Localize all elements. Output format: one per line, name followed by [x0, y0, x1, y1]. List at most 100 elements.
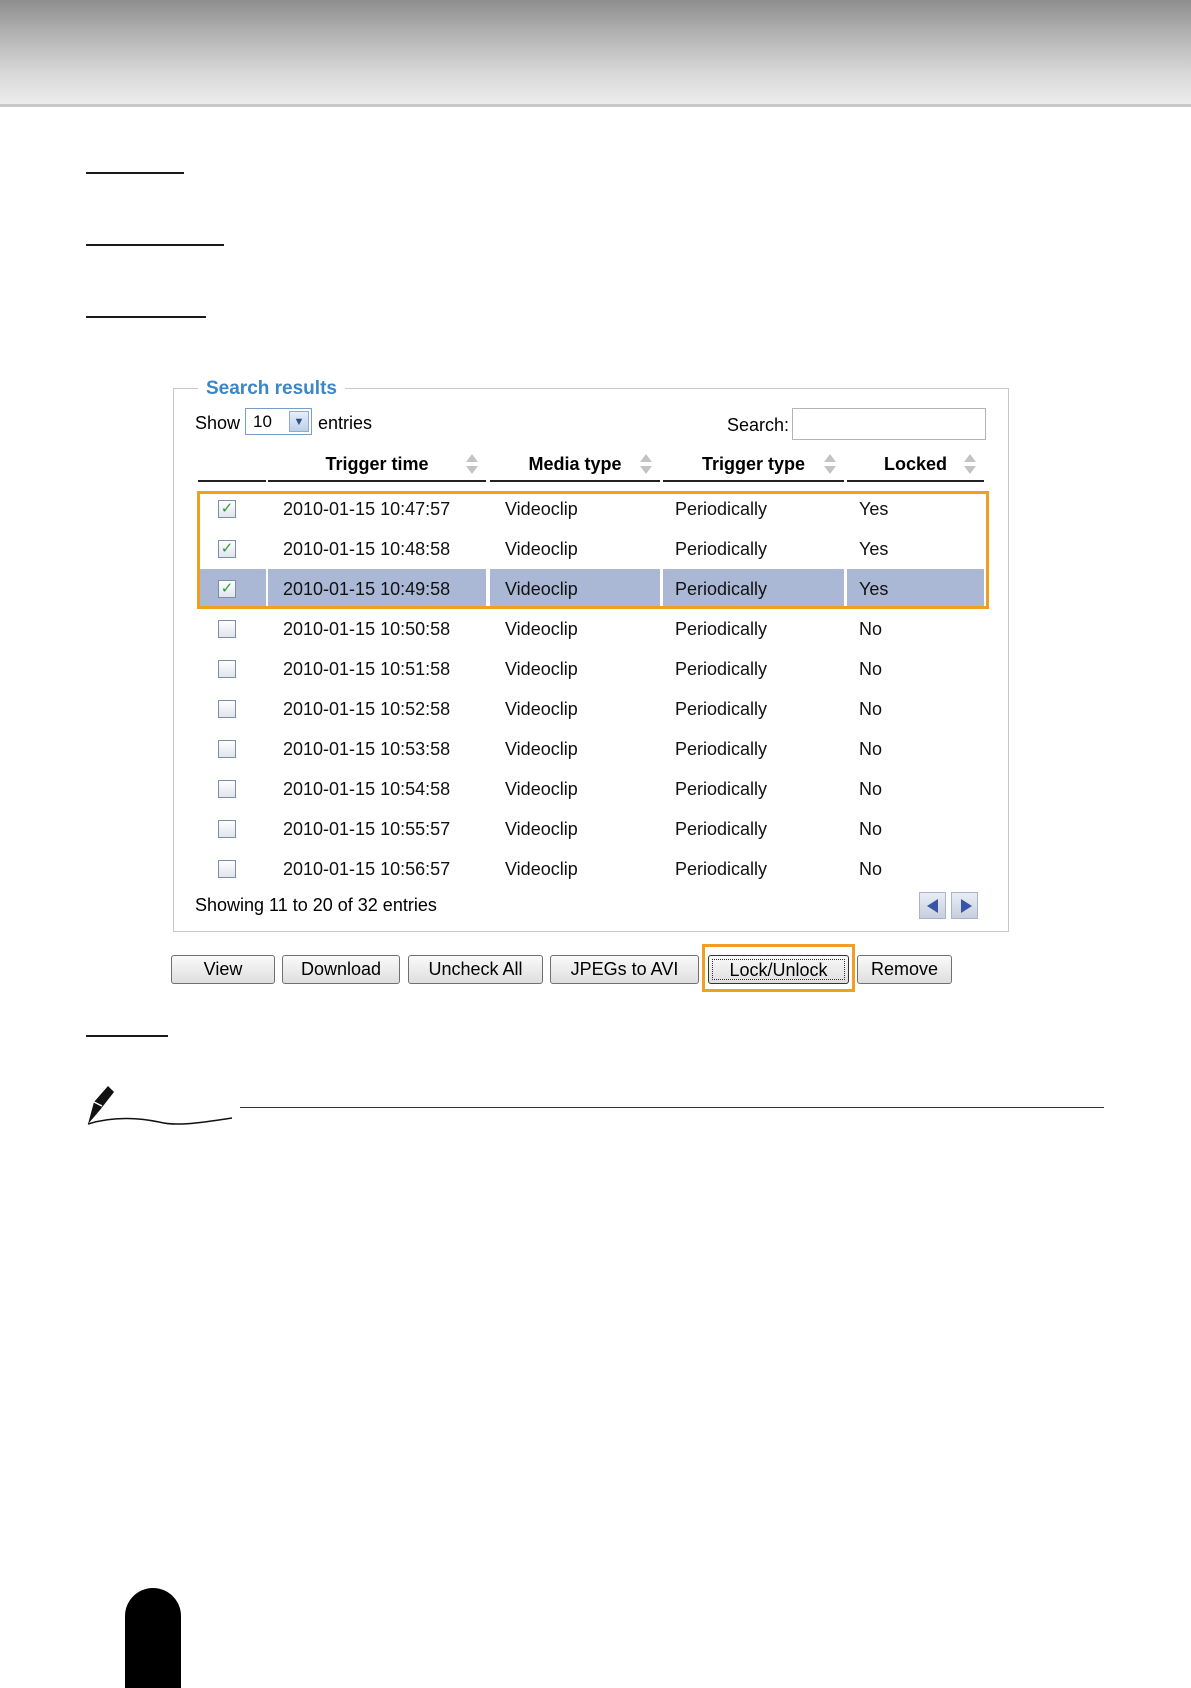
row-checkbox[interactable]: [218, 700, 236, 718]
trigger-time-cell: 2010-01-15 10:51:58: [283, 659, 451, 679]
media-type-cell: Videoclip: [505, 739, 578, 759]
section-heading-underline: [86, 1035, 168, 1037]
table-row[interactable]: ✓ 2010-01-15 10:47:57 Videoclip Periodicall…: [198, 489, 984, 529]
column-header-label: Locked: [883, 454, 948, 474]
trigger-type-cell: Periodically: [663, 569, 844, 609]
table-row[interactable]: ✓ 2010-01-15 10:49:58 Videoclip Periodicall…: [198, 569, 984, 609]
trigger-time-cell: 2010-01-15 10:50:58: [283, 619, 451, 639]
sort-icon[interactable]: [466, 454, 478, 476]
media-type-cell: Videoclip: [505, 619, 578, 639]
page-size-value: 10: [253, 412, 272, 431]
locked-cell: Yes: [859, 539, 889, 559]
locked-cell: Yes: [847, 569, 984, 609]
row-checkbox[interactable]: ✓: [218, 500, 236, 518]
entries-label: entries: [318, 413, 373, 433]
column-header-locked[interactable]: Locked: [847, 452, 984, 482]
locked-cell: No: [859, 739, 883, 759]
trigger-type-cell: Periodically: [675, 659, 768, 679]
trigger-time-cell: 2010-01-15 10:47:57: [283, 499, 451, 519]
download-button[interactable]: Download: [282, 955, 400, 984]
trigger-time-cell: 2010-01-15 10:55:57: [283, 819, 451, 839]
trigger-type-cell: Periodically: [675, 819, 768, 839]
row-checkbox[interactable]: [218, 860, 236, 878]
view-button[interactable]: View: [171, 955, 275, 984]
trigger-time-cell: 2010-01-15 10:52:58: [283, 699, 451, 719]
column-header-media-type[interactable]: Media type: [490, 452, 660, 482]
column-header-select: [198, 452, 266, 482]
search-results-legend: Search results: [198, 378, 345, 400]
row-checkbox[interactable]: [218, 620, 236, 638]
select-cell: [198, 809, 266, 849]
trigger-time-cell: 2010-01-15 10:53:58: [283, 739, 451, 759]
locked-cell: Yes: [859, 499, 889, 519]
table-row[interactable]: 2010-01-15 10:50:58 Videoclip Periodically…: [198, 609, 984, 649]
select-cell: ✓: [198, 529, 266, 569]
table-row[interactable]: 2010-01-15 10:55:57 Videoclip Periodically…: [198, 809, 984, 849]
table-row[interactable]: 2010-01-15 10:56:57 Videoclip Periodically…: [198, 849, 984, 889]
trigger-type-cell: Periodically: [675, 859, 768, 879]
select-cell: [198, 609, 266, 649]
remove-button[interactable]: Remove: [857, 955, 952, 984]
lock-unlock-button[interactable]: Lock/Unlock: [708, 955, 849, 984]
row-checkbox[interactable]: [218, 660, 236, 678]
table-row[interactable]: 2010-01-15 10:51:58 Videoclip Periodically…: [198, 649, 984, 689]
column-header-trigger-time[interactable]: Trigger time: [268, 452, 486, 482]
trigger-type-cell: Periodically: [675, 699, 768, 719]
trigger-type-cell: Periodically: [675, 779, 768, 799]
page-number-tab: [125, 1588, 181, 1688]
fountain-pen-icon: [87, 1086, 233, 1125]
previous-page-button[interactable]: [919, 892, 946, 919]
locked-cell: No: [859, 779, 883, 799]
jpegs-to-avi-button[interactable]: JPEGs to AVI: [550, 955, 699, 984]
sort-icon[interactable]: [964, 454, 976, 476]
trigger-time-cell: 2010-01-15 10:49:58: [268, 569, 486, 609]
page-size-select[interactable]: 10 ▼: [245, 408, 312, 435]
section-heading-underline: [86, 316, 206, 318]
media-type-cell: Videoclip: [490, 569, 660, 609]
locked-cell: No: [859, 699, 883, 719]
row-checkbox[interactable]: [218, 740, 236, 758]
section-heading-underline: [86, 172, 184, 174]
row-checkbox[interactable]: ✓: [218, 580, 236, 598]
triangle-right-icon: [961, 899, 972, 913]
trigger-type-cell: Periodically: [675, 499, 768, 519]
column-header-label: Media type: [528, 454, 622, 474]
select-cell: [198, 769, 266, 809]
next-page-button[interactable]: [951, 892, 978, 919]
trigger-type-cell: Periodically: [675, 539, 768, 559]
media-type-cell: Videoclip: [505, 539, 578, 559]
media-type-cell: Videoclip: [505, 699, 578, 719]
table-row[interactable]: ✓ 2010-01-15 10:48:58 Videoclip Periodicall…: [198, 529, 984, 569]
media-type-cell: Videoclip: [505, 819, 578, 839]
locked-cell: No: [859, 619, 883, 639]
checkmark-icon: ✓: [220, 540, 234, 557]
table-row[interactable]: 2010-01-15 10:52:58 Videoclip Periodically…: [198, 689, 984, 729]
sort-icon[interactable]: [640, 454, 652, 476]
column-header-label: Trigger type: [701, 454, 806, 474]
locked-cell: No: [859, 859, 883, 879]
column-header-trigger-type[interactable]: Trigger type: [663, 452, 844, 482]
locked-cell: No: [859, 819, 883, 839]
uncheck-all-button[interactable]: Uncheck All: [408, 955, 543, 984]
media-type-cell: Videoclip: [505, 659, 578, 679]
table-row[interactable]: 2010-01-15 10:53:58 Videoclip Periodically…: [198, 729, 984, 769]
checkmark-icon: ✓: [220, 580, 234, 597]
chevron-down-icon[interactable]: ▼: [289, 411, 309, 432]
search-label: Search:: [727, 415, 790, 435]
media-type-cell: Videoclip: [505, 859, 578, 879]
trigger-time-cell: 2010-01-15 10:54:58: [283, 779, 451, 799]
row-checkbox[interactable]: ✓: [218, 540, 236, 558]
note-divider: [240, 1107, 1104, 1108]
select-cell: [198, 689, 266, 729]
select-cell: [198, 849, 266, 889]
media-type-cell: Videoclip: [505, 499, 578, 519]
row-checkbox[interactable]: [218, 820, 236, 838]
lock-unlock-label: Lock/Unlock: [712, 959, 845, 980]
search-input[interactable]: [792, 408, 986, 440]
row-checkbox[interactable]: [218, 780, 236, 798]
table-row[interactable]: 2010-01-15 10:54:58 Videoclip Periodically…: [198, 769, 984, 809]
select-cell: [198, 729, 266, 769]
triangle-left-icon: [927, 899, 938, 913]
sort-icon[interactable]: [824, 454, 836, 476]
checkmark-icon: ✓: [220, 500, 234, 517]
